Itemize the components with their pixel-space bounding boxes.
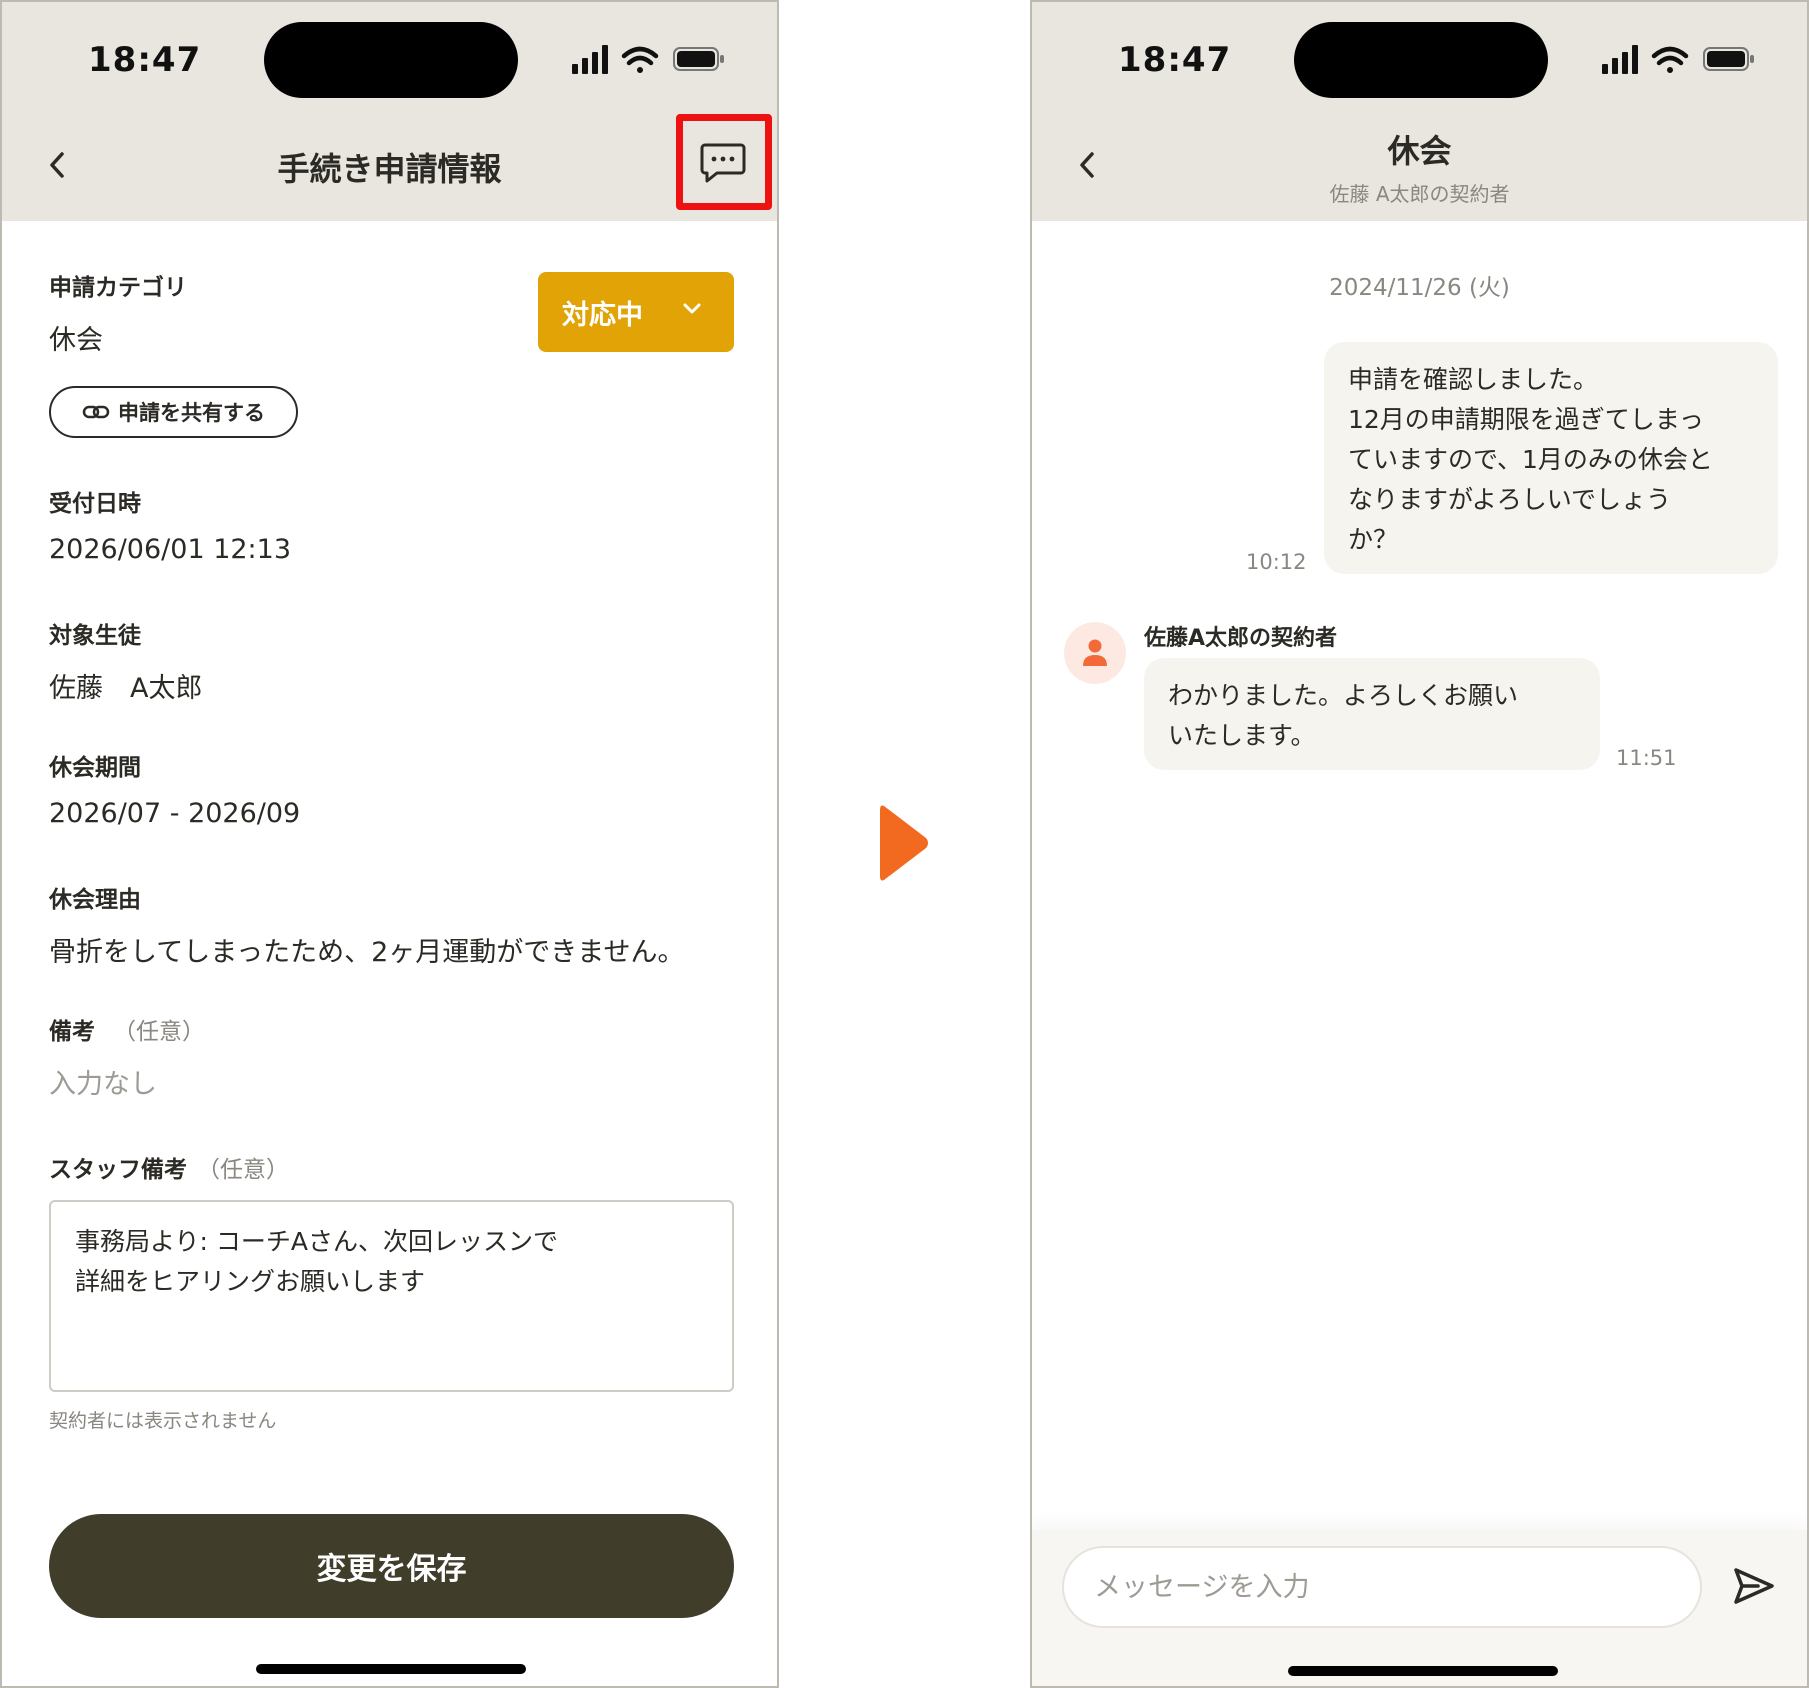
open-chat-button[interactable] <box>676 114 772 210</box>
outgoing-message-bubble: 申請を確認しました。 12月の申請期限を過ぎてしまっ ていますので、1月のみの休… <box>1324 342 1778 574</box>
student-value: 佐藤 A太郎 <box>49 673 203 704</box>
remarks-optional: （任意） <box>113 1019 205 1045</box>
page-title: 手続き申請情報 <box>277 150 502 188</box>
staff-remarks-optional: （任意） <box>197 1157 289 1183</box>
incoming-message-bubble: わかりました。よろしくお願い いたします。 <box>1144 658 1600 770</box>
transition-arrow-icon <box>880 805 928 881</box>
status-icons <box>1602 45 1754 74</box>
battery-icon <box>673 47 724 71</box>
received-value: 2026/06/01 12:13 <box>49 534 292 565</box>
category-label: 申請カテゴリ <box>49 275 187 301</box>
chat-bubble-icon <box>700 143 746 183</box>
received-label: 受付日時 <box>49 491 141 517</box>
link-icon <box>82 405 110 419</box>
period-value: 2026/07 - 2026/09 <box>49 798 301 829</box>
date-separator: 2024/11/26 (火) <box>1329 275 1510 301</box>
reason-value: 骨折をしてしまったため、2ヶ月運動ができません。 <box>49 937 685 968</box>
chat-title: 休会 <box>1387 132 1452 170</box>
person-icon <box>1083 639 1107 666</box>
student-label: 対象生徒 <box>49 623 141 649</box>
signal-icon <box>1602 45 1638 74</box>
chevron-down-icon <box>683 303 701 314</box>
staff-remarks-field[interactable]: 事務局より: コーチAさん、次回レッスンで 詳細をヒアリングお願いします <box>49 1200 734 1392</box>
remarks-value: 入力なし <box>49 1069 157 1100</box>
reason-label: 休会理由 <box>49 887 141 913</box>
send-button[interactable] <box>1726 1558 1782 1614</box>
chat-header: 18:47 休会 佐藤 A太郎の契約者 <box>1032 2 1807 221</box>
staff-remarks-label: スタッフ備考 （任意） <box>49 1150 289 1184</box>
category-value: 休会 <box>49 325 103 356</box>
message-time: 11:51 <box>1616 746 1677 770</box>
wifi-icon <box>621 46 659 73</box>
home-indicator <box>256 1664 526 1674</box>
message-input[interactable] <box>1062 1546 1702 1628</box>
wifi-icon <box>1651 46 1689 73</box>
share-application-button[interactable]: 申請を共有する <box>49 386 298 438</box>
dynamic-island <box>1294 22 1548 98</box>
staff-remarks-label-text: スタッフ備考 <box>49 1157 187 1183</box>
status-time: 18:47 <box>1118 40 1232 80</box>
status-select-value: 対応中 <box>562 299 643 331</box>
remarks-label-text: 備考 <box>49 1019 95 1045</box>
send-icon <box>1734 1568 1774 1604</box>
save-button[interactable]: 変更を保存 <box>49 1514 734 1618</box>
dynamic-island <box>264 22 518 98</box>
battery-icon <box>1703 47 1754 71</box>
status-select[interactable]: 対応中 <box>538 272 734 352</box>
header: 18:47 手続き申請情報 <box>2 2 777 221</box>
status-icons <box>572 45 724 74</box>
period-label: 休会期間 <box>49 755 141 781</box>
share-button-label: 申請を共有する <box>118 401 265 425</box>
avatar <box>1064 622 1126 684</box>
staff-remarks-help: 契約者には表示されません <box>49 1410 277 1432</box>
chat-screen: 18:47 休会 佐藤 A太郎の契約者 2024/11/26 (火) 10:12… <box>1030 0 1809 1688</box>
signal-icon <box>572 45 608 74</box>
chat-subtitle: 佐藤 A太郎の契約者 <box>1329 182 1510 206</box>
home-indicator <box>1288 1666 1558 1676</box>
message-time: 10:12 <box>1246 550 1307 574</box>
application-detail-screen: 18:47 手続き申請情報 申請カテゴリ 休会 対応中 申請を共有する 受付日時… <box>0 0 779 1688</box>
message-composer <box>1032 1530 1807 1686</box>
remarks-label: 備考 （任意） <box>49 1012 205 1046</box>
status-time: 18:47 <box>88 40 202 80</box>
message-sender: 佐藤A太郎の契約者 <box>1144 626 1338 651</box>
